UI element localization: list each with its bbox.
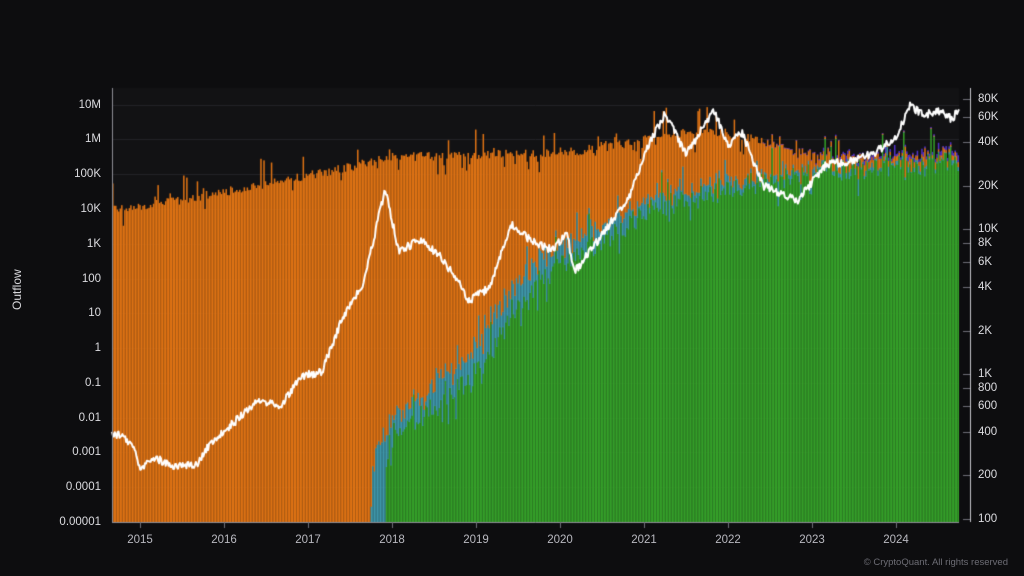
plot-area: 10M 1M 100K 10K 1K 100 10 1 0.1 0.01 0.001 0.0001 0.… xyxy=(0,0,1024,576)
chart-canvas xyxy=(0,0,1024,576)
copyright-notice: © CryptoQuant. All rights reserved xyxy=(863,557,1008,568)
chart-root: Bitcoin Addresses Outflow Status Highly … xyxy=(0,0,1024,576)
y-axis-title: Outflow xyxy=(10,269,24,310)
